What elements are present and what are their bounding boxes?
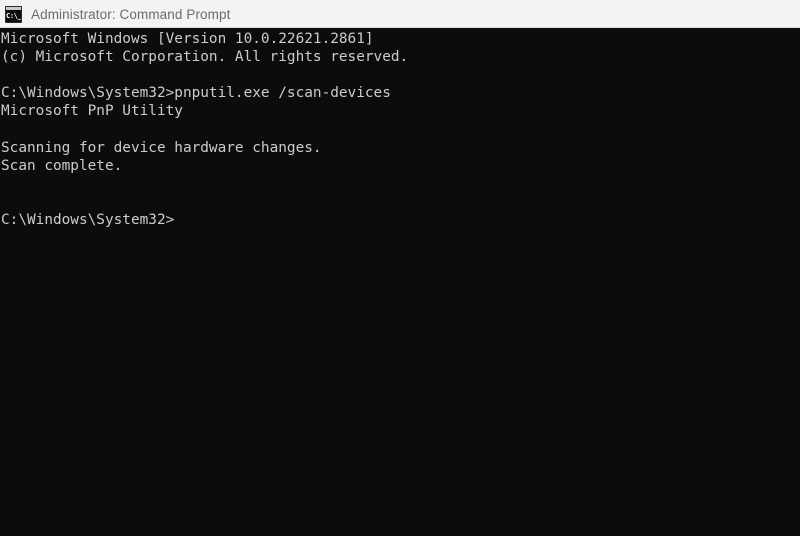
console-line: Scan complete. xyxy=(1,157,123,174)
console-line: (c) Microsoft Corporation. All rights re… xyxy=(1,49,409,66)
console-line: Microsoft Windows [Version 10.0.22621.28… xyxy=(1,31,374,47)
console-output-area[interactable]: Microsoft Windows [Version 10.0.22621.28… xyxy=(0,28,800,536)
window-title: Administrator: Command Prompt xyxy=(31,6,231,22)
console-line: C:\Windows\System32> xyxy=(1,211,175,228)
console-text: Microsoft Windows [Version 10.0.22621.28… xyxy=(0,28,800,229)
console-line: Microsoft PnP Utility xyxy=(1,103,183,120)
console-line: Scanning for device hardware changes. xyxy=(1,139,322,156)
console-line: C:\Windows\System32>pnputil.exe /scan-de… xyxy=(1,85,391,102)
command-prompt-icon-glyph: C:\_ xyxy=(6,11,22,20)
command-prompt-icon: C:\_ xyxy=(5,5,22,23)
window-titlebar[interactable]: C:\_ Administrator: Command Prompt xyxy=(0,0,800,28)
command-prompt-window: C:\_ Administrator: Command Prompt Micro… xyxy=(0,0,800,536)
